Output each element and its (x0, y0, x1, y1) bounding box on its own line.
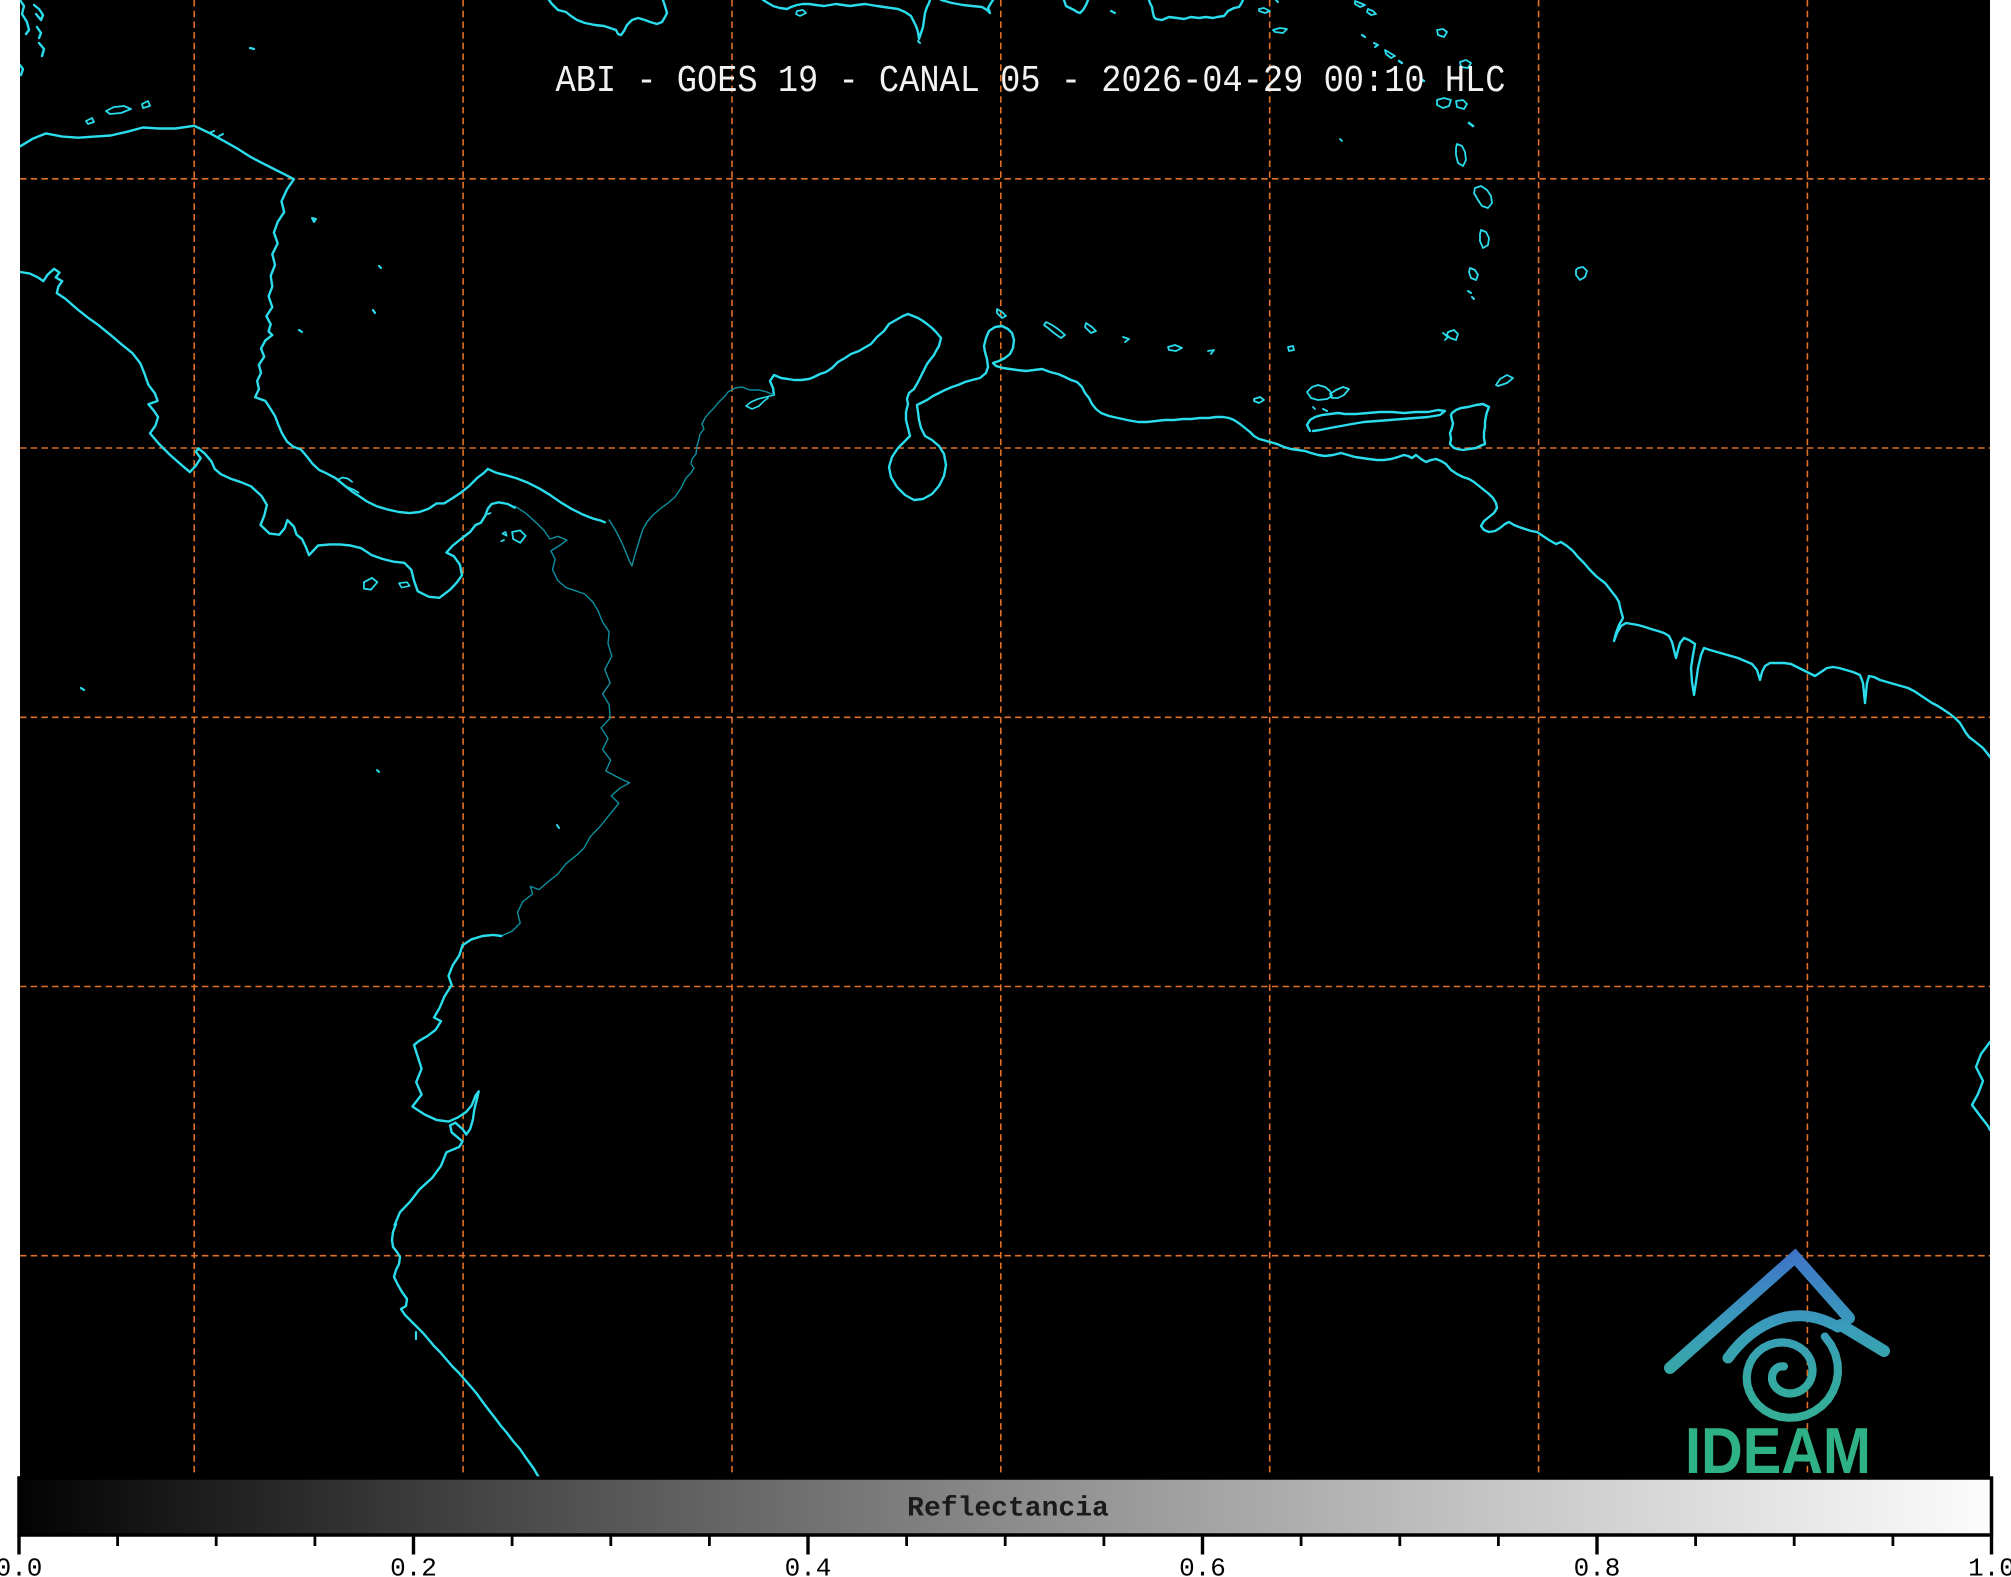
svg-text:0.2: 0.2 (390, 1554, 437, 1577)
svg-text:0.6: 0.6 (1179, 1554, 1226, 1577)
svg-text:0.8: 0.8 (1574, 1554, 1621, 1577)
svg-text:0.4: 0.4 (785, 1554, 832, 1577)
svg-text:0.0: 0.0 (0, 1554, 42, 1577)
svg-text:1.0: 1.0 (1968, 1554, 2011, 1577)
svg-text:ABI - GOES 19 - CANAL 05 - 202: ABI - GOES 19 - CANAL 05 - 2026-04-29 00… (556, 59, 1506, 102)
svg-text:Reflectancia: Reflectancia (907, 1494, 1109, 1525)
svg-text:IDEAM: IDEAM (1685, 1414, 1871, 1487)
